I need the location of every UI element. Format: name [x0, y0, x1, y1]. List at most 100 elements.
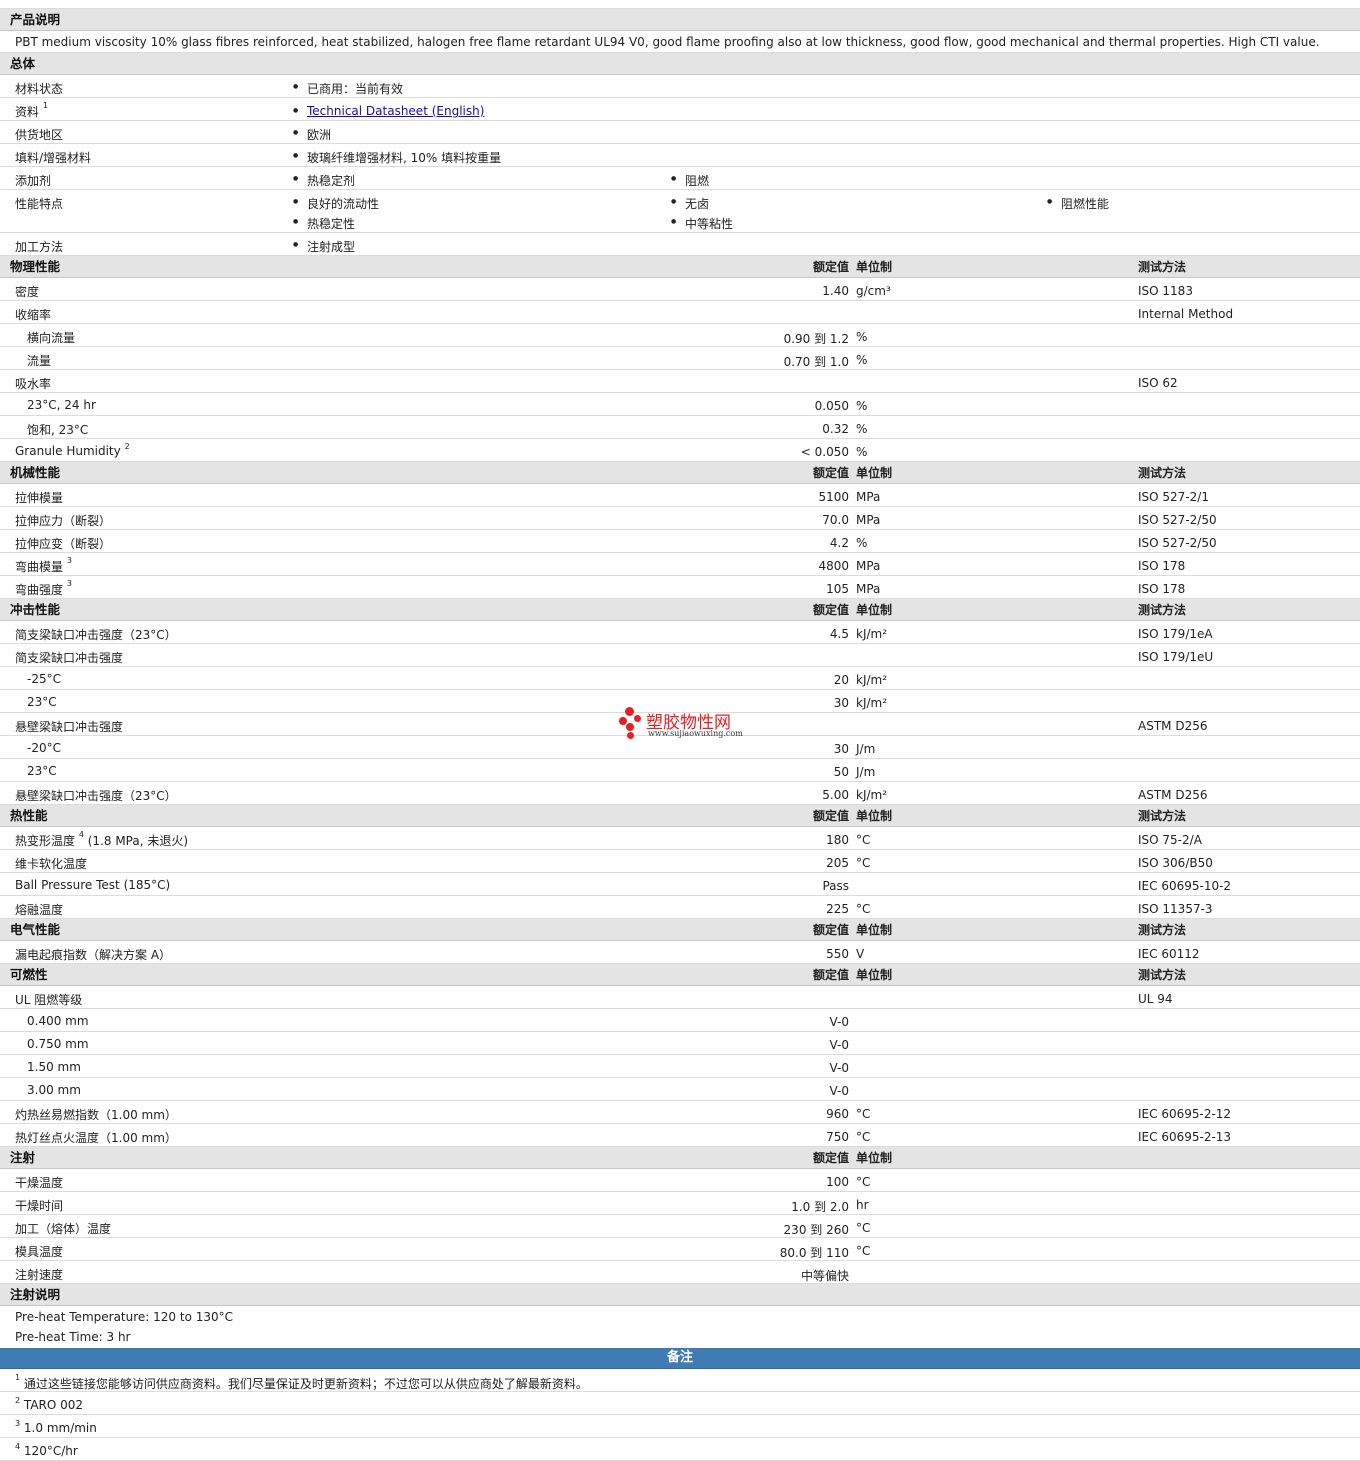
- footnote-ref: 3: [66, 556, 72, 565]
- footnote-ref: 3: [66, 579, 72, 588]
- table-row: 热灯丝点火温度（1.00 mm） 750 °C IEC 60695-2-13: [0, 1124, 1360, 1147]
- row-value: V-0: [829, 1038, 849, 1052]
- row-label-text: 拉伸应变（断裂）: [15, 537, 112, 551]
- footnote-body: 通过这些链接您能够访问供应商资料。我们尽量保证及时更新资料；不过您可以从供应商处…: [23, 1377, 588, 1391]
- column-header-value: 额定值: [812, 809, 849, 823]
- row-label-text: Ball Pressure Test (185°C): [15, 878, 171, 892]
- row-label-text: 熔融温度: [15, 903, 64, 917]
- row-label: -25°C: [27, 672, 61, 686]
- row-label: 材料状态: [15, 82, 64, 96]
- row-value: 4.2: [829, 536, 849, 550]
- row-label-text: 0.750 mm: [27, 1037, 89, 1051]
- row-value: 80.0 到 110: [779, 1246, 849, 1260]
- footnote-item: 2 TARO 002: [0, 1392, 1360, 1415]
- row-test-method: IEC 60695-2-13: [1138, 1130, 1232, 1144]
- column-header-test: 测试方法: [1138, 260, 1187, 274]
- row-label: 干燥温度: [15, 1174, 63, 1191]
- row-label: 23°C: [27, 695, 57, 709]
- row-test-method: IEC 60695-2-12: [1138, 1107, 1232, 1121]
- row-label-text: 热变形温度: [15, 834, 76, 848]
- row-label-text: 悬壁梁缺口冲击强度: [15, 720, 124, 734]
- row-unit: V: [856, 947, 865, 961]
- table-row: 注射速度 中等偏快: [0, 1261, 1360, 1284]
- section-header-product: 产品说明: [0, 9, 1360, 31]
- section-header-thermal: 热性能 额定值 单位制 测试方法: [0, 805, 1360, 827]
- table-row: 模具温度 80.0 到 110 °C: [0, 1238, 1360, 1261]
- row-value: < 0.050: [800, 445, 849, 459]
- row-label-text: 1.50 mm: [27, 1060, 81, 1074]
- footnote-number: 2: [15, 1396, 21, 1405]
- logo-dots-icon: [616, 706, 644, 742]
- column-header-unit: 单位制: [856, 968, 893, 982]
- row-label: 悬壁梁缺口冲击强度: [15, 718, 123, 735]
- footnote-ref: 4: [78, 830, 84, 839]
- table-row: 0.400 mm V-0: [0, 1009, 1360, 1032]
- row-label-text: 拉伸模量: [15, 491, 64, 505]
- technical-datasheet-link[interactable]: Technical Datasheet (English): [293, 104, 484, 118]
- column-header-value: 额定值: [812, 260, 849, 274]
- row-label: 加工方法: [15, 240, 64, 254]
- row-unit: kJ/m²: [856, 673, 888, 687]
- row-unit: °C: [856, 856, 871, 870]
- section-title: 可燃性: [10, 967, 48, 982]
- row-label: 1.50 mm: [27, 1060, 81, 1074]
- row-label-text: 漏电起痕指数（解决方案 A）: [15, 948, 172, 962]
- table-row: 饱和, 23°C 0.32%: [0, 416, 1360, 439]
- table-row: 3.00 mm V-0: [0, 1078, 1360, 1101]
- table-row: 悬壁梁缺口冲击强度（23°C） 5.00 kJ/m² ASTM D256: [0, 782, 1360, 805]
- section-title: 热性能: [10, 808, 48, 823]
- row-label-text: 注射速度: [15, 1268, 64, 1282]
- section-title: 注射说明: [10, 1287, 61, 1302]
- section-title: 物理性能: [10, 259, 61, 274]
- section-title: 机械性能: [10, 465, 61, 480]
- section-header-injection-notes: 注射说明: [0, 1284, 1360, 1306]
- watermark-logo: 塑胶物性网 www.sujiaowuxing.com: [616, 706, 756, 744]
- table-row: 干燥温度 100 °C: [0, 1169, 1360, 1192]
- row-value: Pass: [822, 879, 849, 893]
- column-header-test: 测试方法: [1138, 968, 1187, 982]
- column-header-test: 测试方法: [1138, 603, 1187, 617]
- table-row: 加工（熔体）温度 230 到 260 °C: [0, 1215, 1360, 1238]
- row-test-method: ISO 178: [1138, 559, 1186, 573]
- footnote-body: TARO 002: [23, 1398, 84, 1412]
- row-value: 0.32: [822, 422, 849, 436]
- bullet-value: 阻燃: [671, 172, 709, 189]
- row-unit: °C: [856, 1244, 871, 1258]
- row-value: 180: [826, 833, 849, 847]
- row-label-text: 热灯丝点火温度（1.00 mm）: [15, 1131, 177, 1145]
- bullet-value: 无卤: [671, 195, 709, 212]
- row-label-text: 模具温度: [15, 1245, 64, 1259]
- row-label: 填料/增强材料: [15, 151, 92, 165]
- table-row: 维卡软化温度 205 °C ISO 306/B50: [0, 850, 1360, 873]
- column-header-unit: 单位制: [856, 809, 893, 823]
- row-label-text: 悬壁梁缺口冲击强度（23°C）: [15, 789, 177, 803]
- row-value: 1.40: [822, 284, 849, 298]
- section-header-electrical: 电气性能 额定值 单位制 测试方法: [0, 919, 1360, 941]
- row-label: 0.400 mm: [27, 1014, 89, 1028]
- bullet-value: 注射成型: [293, 238, 355, 255]
- row-unit: MPa: [856, 513, 881, 527]
- row-value: 105: [826, 582, 849, 596]
- section-header-injection: 注射 额定值 单位制: [0, 1147, 1360, 1169]
- bullet-value: 玻璃纤维增强材料, 10% 填料按重量: [293, 149, 501, 166]
- row-unit: %: [856, 536, 868, 550]
- row-unit: g/cm³: [856, 284, 891, 298]
- row-label: 熔融温度: [15, 901, 63, 918]
- row-unit: %: [856, 445, 868, 459]
- row-label: 23°C, 24 hr: [27, 398, 96, 412]
- row-test-method: ISO 75-2/A: [1138, 833, 1202, 847]
- column-header-unit: 单位制: [856, 260, 893, 274]
- general-literature-row: 资料 1 Technical Datasheet (English): [0, 98, 1360, 121]
- row-unit: °C: [856, 1221, 871, 1235]
- bullet-value: 中等粘性: [671, 215, 733, 232]
- row-label-suffix: (1.8 MPa, 未退火): [83, 834, 189, 848]
- row-test-method: ISO 178: [1138, 582, 1186, 596]
- row-label: 悬壁梁缺口冲击强度（23°C）: [15, 787, 177, 804]
- table-row: Ball Pressure Test (185°C) Pass IEC 60695-…: [0, 873, 1360, 896]
- row-value: 205: [826, 856, 849, 870]
- column-header-test: 测试方法: [1138, 923, 1187, 937]
- row-test-method: Internal Method: [1138, 307, 1234, 321]
- row-label-text: 0.400 mm: [27, 1014, 89, 1028]
- row-value: 30: [833, 696, 849, 710]
- column-header-value: 额定值: [812, 603, 849, 617]
